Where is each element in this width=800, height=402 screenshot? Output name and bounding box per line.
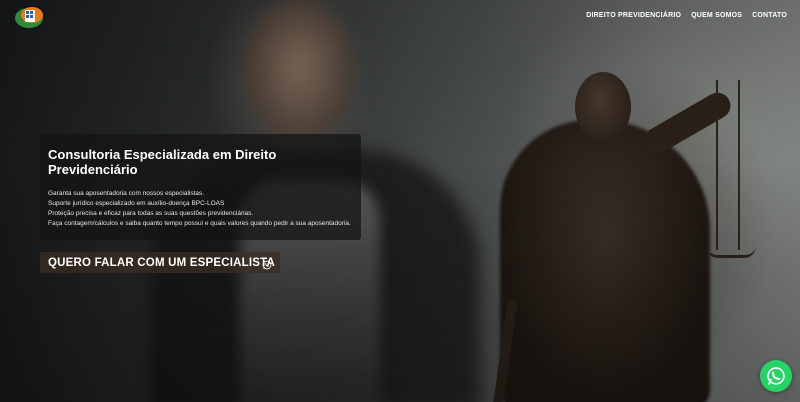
hero-info-box: Consultoria Especializada em Direito Pre… [40,134,361,240]
hero-line: Garanta sua aposentadoria com nossos esp… [48,190,205,197]
logo-icon[interactable] [14,4,45,30]
hero-line: Proteção precisa e eficaz para todas as … [48,210,254,217]
nav-item-direito-previdenciario[interactable]: DIREITO PREVIDENCIÁRIO [586,12,681,19]
top-navigation: DIREITO PREVIDENCIÁRIO QUEM SOMOS CONTAT… [586,12,787,19]
whatsapp-icon [767,367,785,385]
nav-item-contato[interactable]: CONTATO [752,12,787,19]
cta-label: QUERO FALAR COM UM ESPECIALISTA [48,256,276,269]
hero-description: Garanta sua aposentadoria com nossos esp… [48,189,353,229]
whatsapp-floating-button[interactable] [760,360,792,392]
whatsapp-icon [262,257,272,270]
talk-to-specialist-button[interactable]: QUERO FALAR COM UM ESPECIALISTA [40,252,280,273]
hero-line: Faça contagem/cálculos e saiba quanto te… [48,220,351,227]
hero-title: Consultoria Especializada em Direito Pre… [48,147,277,177]
nav-item-quem-somos[interactable]: QUEM SOMOS [691,12,742,19]
hero-line: Suporte jurídico especializado em auxíli… [48,200,225,207]
